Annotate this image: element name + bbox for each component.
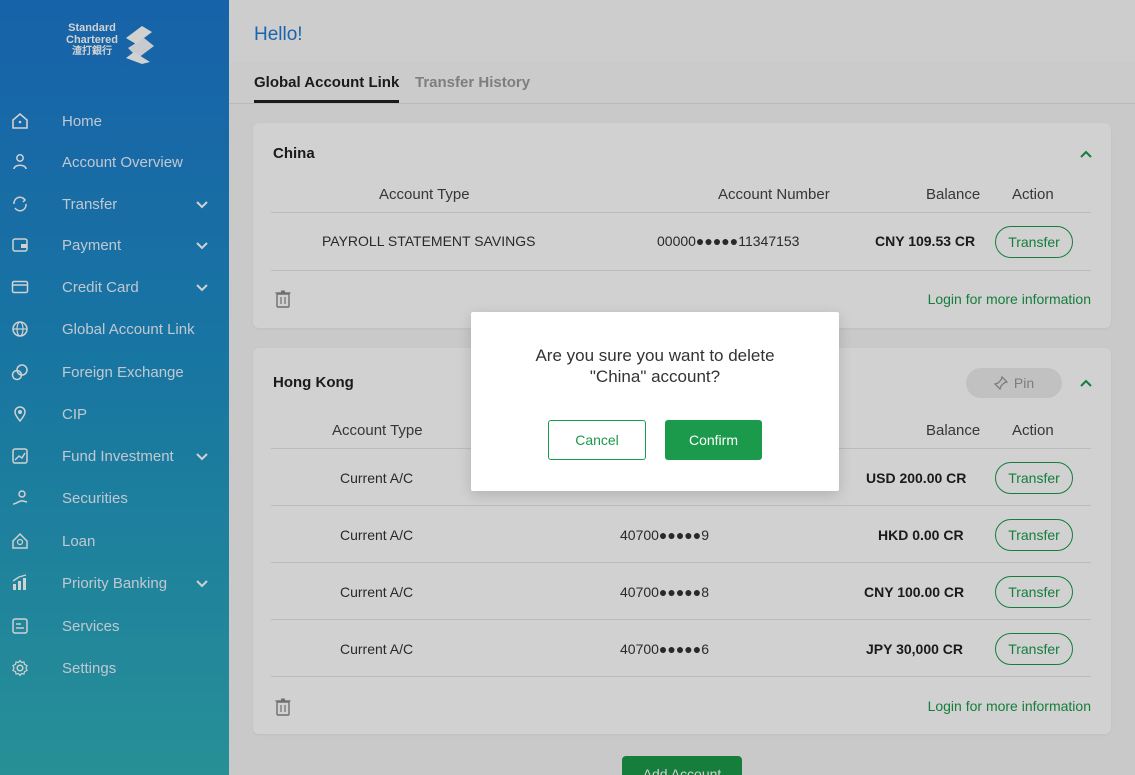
dialog-message-line-1: Are you sure you want to delete bbox=[535, 346, 775, 365]
cancel-button[interactable]: Cancel bbox=[548, 420, 646, 460]
dialog-message: Are you sure you want to delete "China" … bbox=[471, 345, 839, 387]
dialog-message-line-2: "China" account? bbox=[589, 367, 721, 386]
confirm-button[interactable]: Confirm bbox=[665, 420, 762, 460]
delete-confirm-dialog: Are you sure you want to delete "China" … bbox=[471, 312, 839, 491]
